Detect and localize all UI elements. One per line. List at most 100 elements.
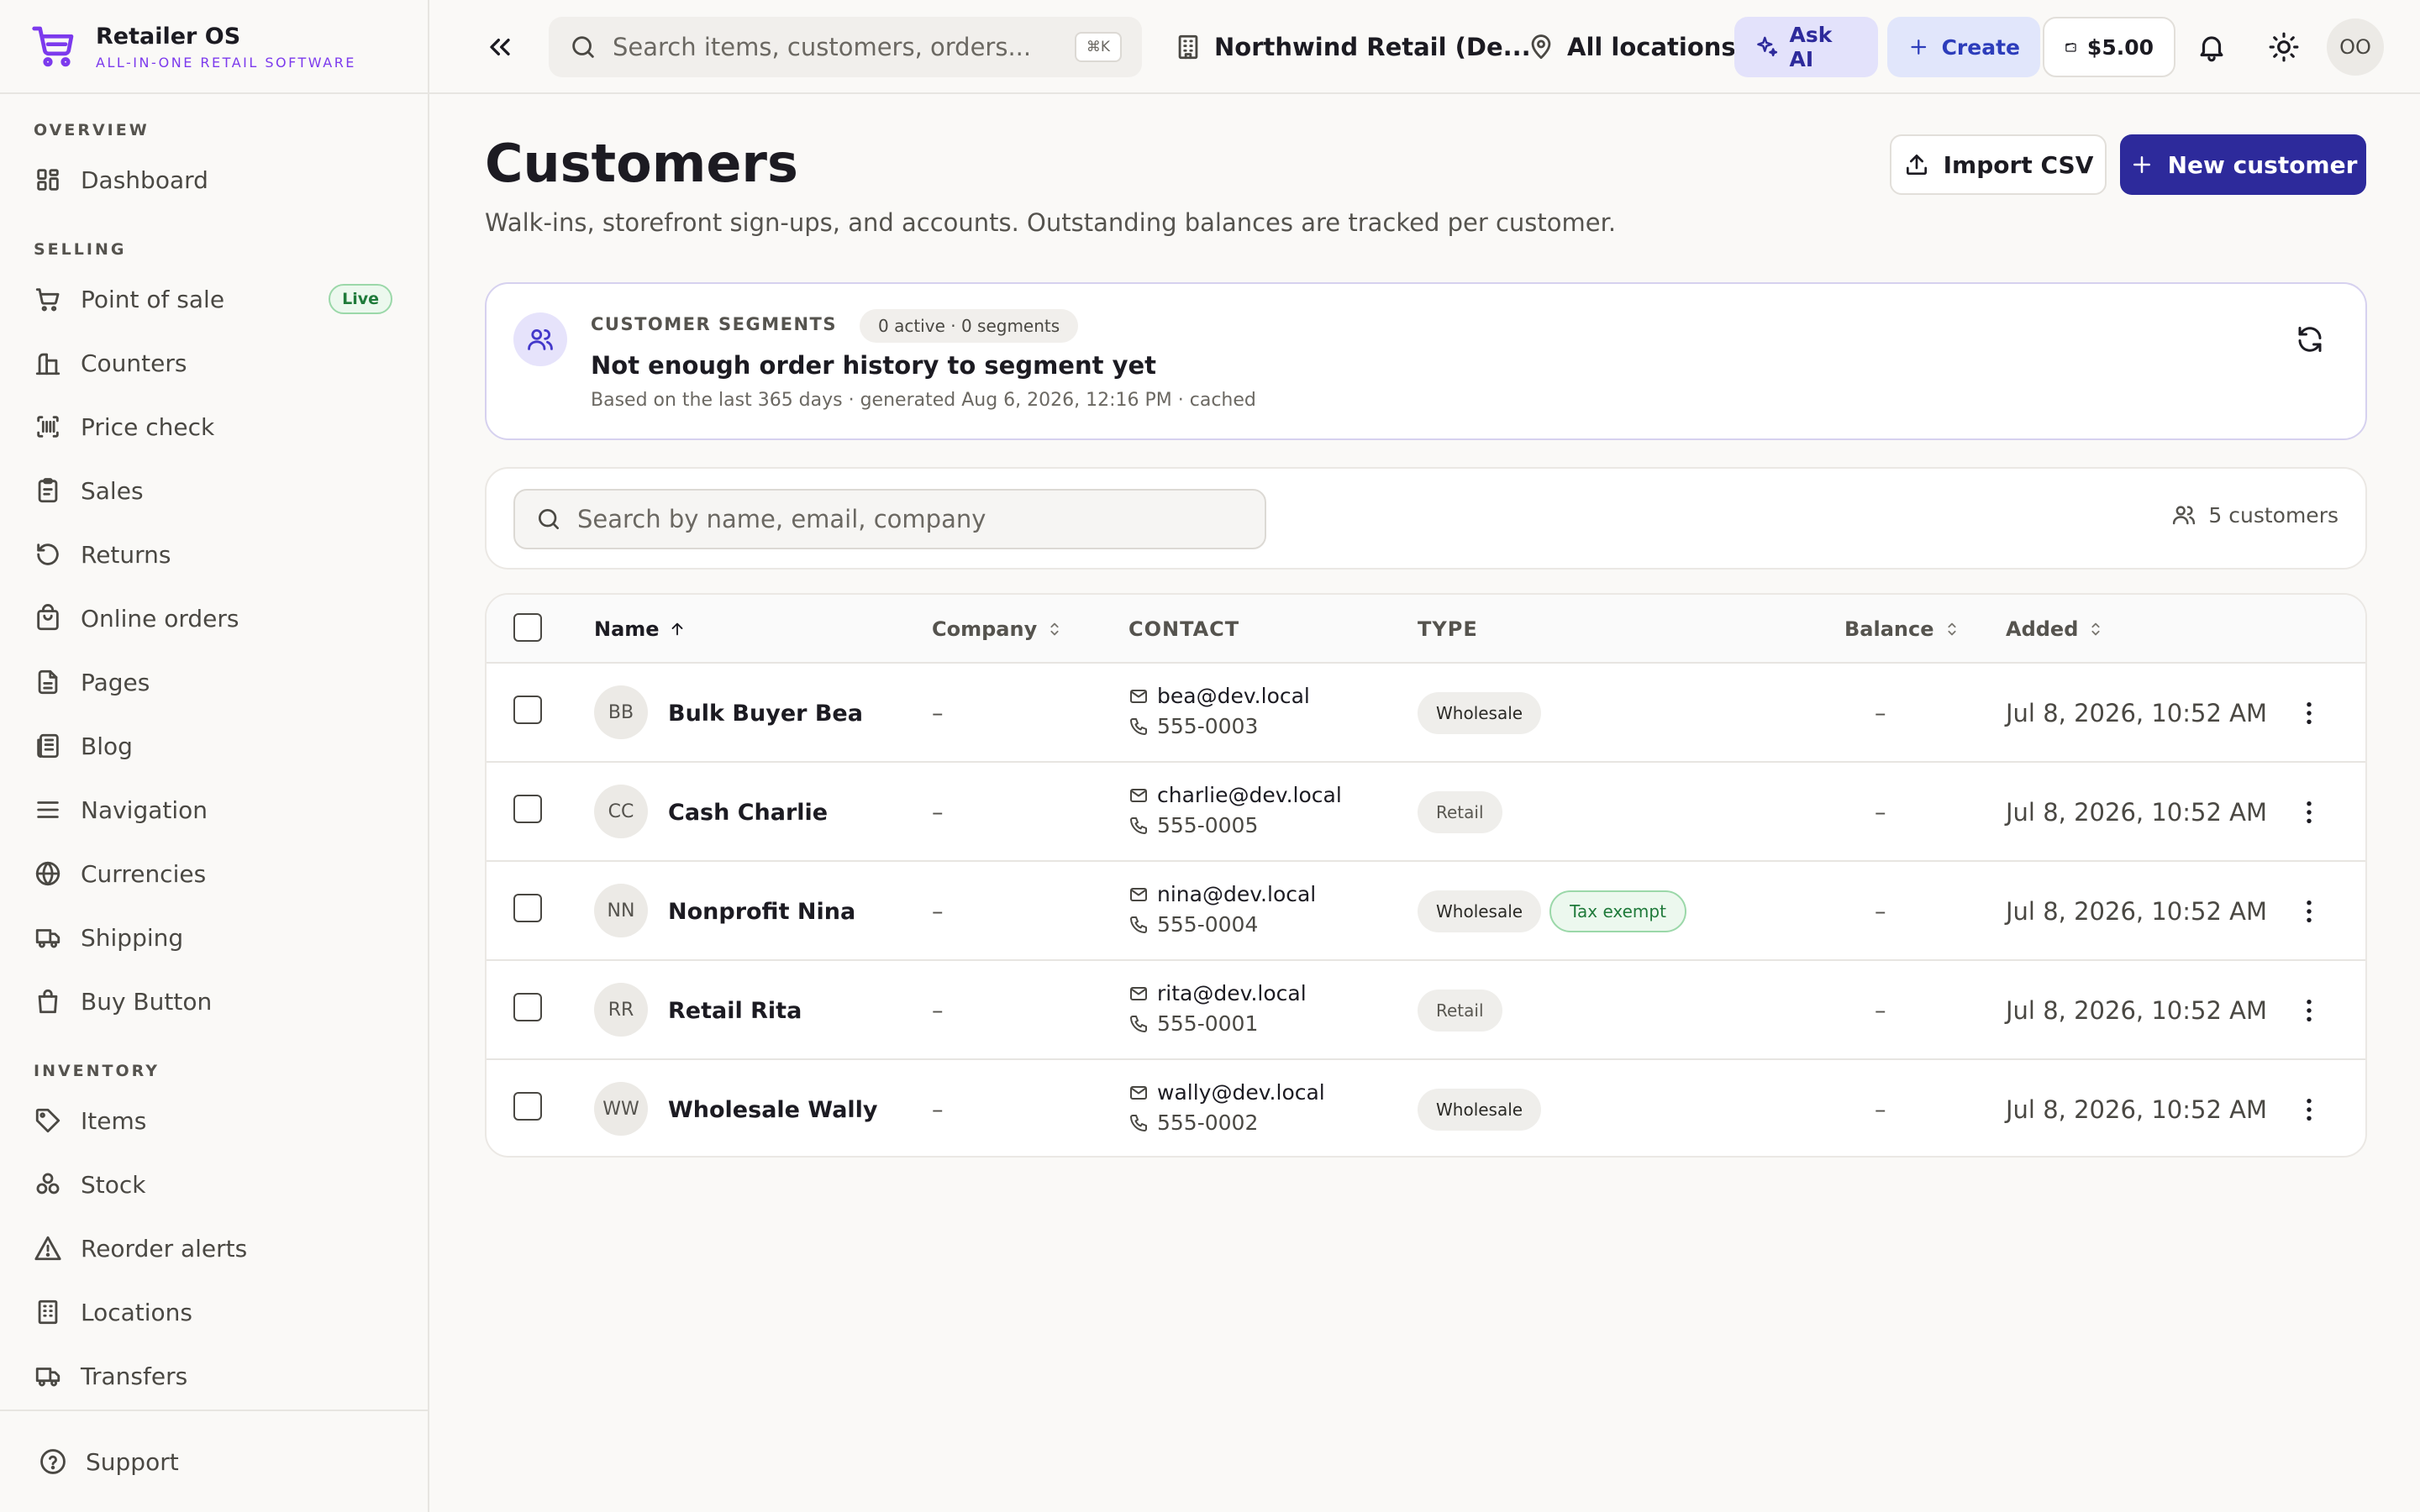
customer-phone[interactable]: 555-0005 [1128, 813, 1258, 837]
select-all-checkbox[interactable] [513, 613, 542, 642]
customer-email-text: charlie@dev.local [1157, 783, 1342, 807]
ask-ai-label: Ask AI [1789, 23, 1833, 71]
type-badge-retail: Retail [1418, 990, 1502, 1032]
row-actions-button[interactable] [2293, 1094, 2325, 1126]
customer-email[interactable]: charlie@dev.local [1128, 783, 1342, 807]
sort-icon [1947, 622, 1956, 636]
sidebar-item-reorder-alerts[interactable]: Reorder alerts [0, 1216, 428, 1280]
customer-company: – [932, 700, 944, 727]
customer-search-input[interactable]: Search by name, email, company [513, 489, 1266, 549]
org-switcher[interactable]: Northwind Retail (De... [1174, 17, 1531, 77]
sidebar-item-navigation[interactable]: Navigation [0, 778, 428, 842]
table-row[interactable]: CC Cash Charlie – charlie@dev.local 555-… [487, 763, 2365, 862]
table-row[interactable]: NN Nonprofit Nina – nina@dev.local 555-0… [487, 862, 2365, 961]
table-row[interactable]: WW Wholesale Wally – wally@dev.local 555… [487, 1060, 2365, 1156]
new-customer-button[interactable]: New customer [2120, 134, 2366, 195]
page-icon [38, 669, 58, 695]
page-subtitle: Walk-ins, storefront sign-ups, and accou… [485, 208, 1617, 237]
newspaper-icon [37, 733, 59, 759]
row-checkbox[interactable] [513, 795, 542, 823]
notifications-button[interactable] [2196, 30, 2229, 64]
user-avatar-button[interactable]: OO [2327, 18, 2384, 76]
col-company-header[interactable]: Company [932, 595, 1064, 664]
sidebar-item-point-of-sale[interactable]: Point of sale Live [0, 267, 428, 331]
customer-phone[interactable]: 555-0002 [1128, 1110, 1258, 1135]
sidebar-item-returns[interactable]: Returns [0, 522, 428, 586]
more-vertical-icon [2307, 801, 2312, 823]
customer-phone-text: 555-0004 [1157, 912, 1259, 937]
customer-types: Wholesale [1418, 1060, 1542, 1156]
customer-added: Jul 8, 2026, 10:52 AM [2006, 1095, 2267, 1124]
customer-email-text: bea@dev.local [1157, 684, 1310, 708]
page-title: Customers [485, 133, 798, 194]
type-badge-wholesale: Wholesale [1418, 890, 1542, 932]
customer-name[interactable]: Retail Rita [668, 961, 802, 1060]
ask-ai-button[interactable]: Ask AI [1734, 17, 1878, 77]
phone-icon [1130, 717, 1147, 735]
mail-icon [1130, 1085, 1147, 1100]
sidebar-item-stock[interactable]: Stock [0, 1152, 428, 1216]
sidebar-item-online-orders[interactable]: Online orders [0, 586, 428, 650]
customer-company: – [932, 1096, 944, 1123]
row-checkbox[interactable] [513, 993, 542, 1021]
sidebar-item-sales[interactable]: Sales [0, 459, 428, 522]
wallet-balance-button[interactable]: $5.00 [2043, 17, 2175, 77]
sidebar-item-buy-button[interactable]: Buy Button [0, 969, 428, 1033]
customer-email[interactable]: nina@dev.local [1128, 882, 1316, 906]
type-badge-wholesale: Wholesale [1418, 692, 1542, 734]
customer-name[interactable]: Cash Charlie [668, 763, 828, 862]
refresh-segments-button[interactable] [2295, 324, 2328, 358]
sidebar-item-price-check[interactable]: Price check [0, 395, 428, 459]
row-checkbox[interactable] [513, 894, 542, 922]
table-row[interactable]: BB Bulk Buyer Bea – bea@dev.local 555-00… [487, 664, 2365, 763]
customer-name[interactable]: Wholesale Wally [668, 1060, 878, 1156]
customer-name[interactable]: Bulk Buyer Bea [668, 664, 863, 763]
customer-email[interactable]: bea@dev.local [1128, 684, 1310, 708]
support-link[interactable]: Support [0, 1410, 428, 1512]
sidebar-item-items[interactable]: Items [0, 1089, 428, 1152]
location-switcher[interactable]: All locations [1527, 17, 1736, 77]
customer-types: Wholesale Tax exempt [1418, 862, 1686, 961]
theme-toggle-button[interactable] [2268, 30, 2302, 64]
customer-types: Retail [1418, 961, 1502, 1060]
col-name-header[interactable]: Name [594, 595, 687, 664]
table-row[interactable]: RR Retail Rita – rita@dev.local 555-0001… [487, 961, 2365, 1060]
create-label: Create [1941, 34, 2020, 60]
customer-email[interactable]: rita@dev.local [1128, 981, 1307, 1005]
customer-phone[interactable]: 555-0003 [1128, 714, 1258, 738]
row-checkbox[interactable] [513, 696, 542, 724]
collapse-sidebar-button[interactable] [483, 30, 517, 64]
customer-email-text: rita@dev.local [1157, 981, 1307, 1005]
arrow-up-icon [671, 622, 682, 636]
counter-icon [35, 353, 60, 375]
sidebar-item-blog[interactable]: Blog [0, 714, 428, 778]
row-actions-button[interactable] [2293, 995, 2325, 1026]
sidebar-item-counters[interactable]: Counters [0, 331, 428, 395]
customer-avatar: BB [594, 685, 648, 739]
row-actions-button[interactable] [2293, 796, 2325, 828]
type-badge-retail: Retail [1418, 791, 1502, 833]
row-checkbox[interactable] [513, 1092, 542, 1121]
sidebar-item-transfers[interactable]: Transfers [0, 1344, 428, 1408]
global-search-input[interactable]: Search items, customers, orders... ⌘K [549, 17, 1142, 77]
customer-phone[interactable]: 555-0001 [1128, 1011, 1258, 1036]
cart-icon [35, 288, 60, 312]
create-button[interactable]: Create [1887, 17, 2040, 77]
sidebar-item-currencies[interactable]: Currencies [0, 842, 428, 906]
customer-name[interactable]: Nonprofit Nina [668, 862, 855, 961]
sidebar-item-dashboard[interactable]: Dashboard [0, 148, 428, 212]
col-added-header[interactable]: Added [2006, 595, 2105, 664]
shopping-bag-icon [38, 989, 58, 1014]
sidebar-item-pages[interactable]: Pages [0, 650, 428, 714]
sidebar-item-shipping[interactable]: Shipping [0, 906, 428, 969]
col-balance-header[interactable]: Balance [1844, 595, 1961, 664]
import-csv-button[interactable]: Import CSV [1890, 134, 2107, 195]
customer-phone[interactable]: 555-0004 [1128, 912, 1258, 937]
customer-types: Retail [1418, 763, 1502, 862]
customer-email[interactable]: wally@dev.local [1128, 1080, 1325, 1105]
sidebar-item-locations[interactable]: Locations [0, 1280, 428, 1344]
row-actions-button[interactable] [2293, 895, 2325, 927]
brand[interactable]: Retailer OS ALL-IN-ONE RETAIL SOFTWARE [0, 0, 428, 94]
mail-icon [1130, 986, 1147, 1000]
row-actions-button[interactable] [2293, 697, 2325, 729]
